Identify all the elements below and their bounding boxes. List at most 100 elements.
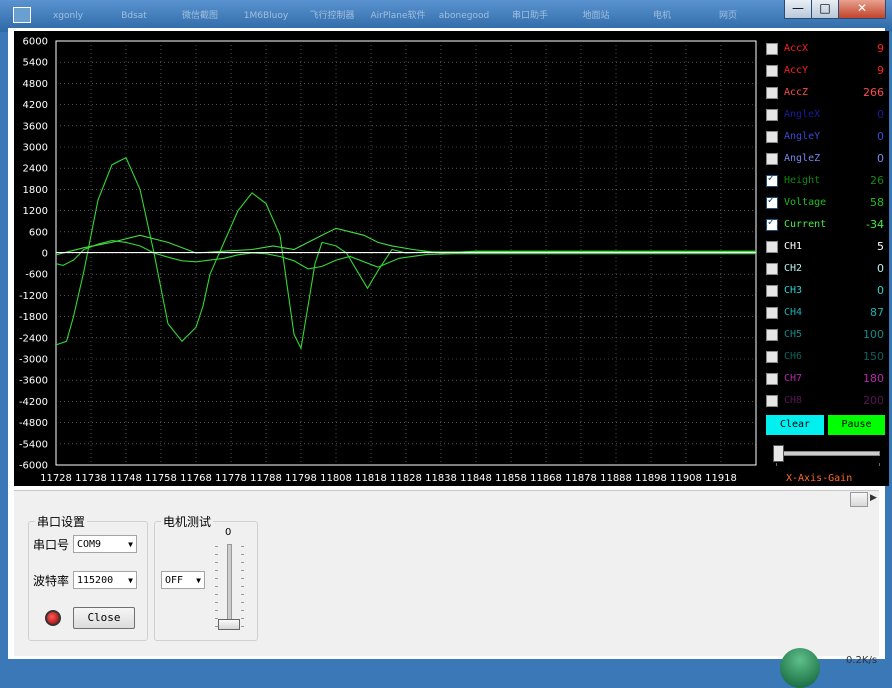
channel-value: 0	[877, 130, 884, 143]
channel-row-accy[interactable]: AccY 9	[766, 60, 884, 82]
motor-slider-track[interactable]	[227, 544, 232, 626]
channel-row-accx[interactable]: AccX 9	[766, 38, 884, 60]
channel-row-current[interactable]: Current -34	[766, 214, 884, 236]
channel-row-ch3[interactable]: CH3 0	[766, 280, 884, 302]
channel-name: AngleZ	[784, 153, 821, 164]
channel-checkbox[interactable]	[766, 285, 778, 297]
taskbar-item[interactable]: AirPlane软件	[370, 4, 426, 28]
y-tick-label: 600	[29, 227, 48, 238]
slider-tick	[241, 546, 244, 547]
system-tray: 0.2K/s	[776, 648, 892, 688]
motor-slider-value: 0	[225, 527, 232, 538]
network-icon	[780, 648, 820, 688]
close-port-button[interactable]: Close	[73, 607, 135, 629]
channel-name: Height	[784, 175, 821, 186]
channel-name: AccZ	[784, 87, 809, 98]
channel-row-ch6[interactable]: CH6 150	[766, 346, 884, 368]
x-tick-label: 11868	[530, 473, 562, 484]
channel-value: 100	[863, 328, 884, 341]
channel-row-voltage[interactable]: Voltage 58	[766, 192, 884, 214]
channel-row-height[interactable]: Height 26	[766, 170, 884, 192]
x-axis-gain-thumb[interactable]	[773, 445, 784, 462]
channel-value: 5	[877, 240, 884, 253]
channel-row-ch1[interactable]: CH1 5	[766, 236, 884, 258]
channel-row-anglez[interactable]: AngleZ 0	[766, 148, 884, 170]
channel-name: CH8	[784, 395, 803, 406]
channel-checkbox[interactable]	[766, 195, 778, 209]
y-tick-label: -4800	[19, 418, 48, 429]
channel-checkbox[interactable]	[766, 153, 778, 165]
channel-checkbox[interactable]	[766, 329, 778, 341]
x-tick-label: 11918	[705, 473, 737, 484]
channel-row-ch5[interactable]: CH5 100	[766, 324, 884, 346]
channel-value: 0	[877, 262, 884, 275]
slider-tick	[215, 586, 218, 587]
slider-tick	[241, 626, 244, 627]
slider-tick	[241, 602, 244, 603]
channel-name: CH7	[784, 373, 803, 384]
channel-checkbox[interactable]	[766, 373, 778, 385]
horizontal-scrollbar[interactable]: ▶	[14, 491, 879, 507]
motor-mode-select[interactable]: OFF ▼	[161, 571, 205, 589]
taskbar-item[interactable]: 网页	[700, 4, 756, 28]
slider-tick	[241, 594, 244, 595]
channel-name: AngleY	[784, 131, 821, 142]
y-tick-label: 2400	[23, 164, 48, 175]
taskbar-item[interactable]: 1M6Bluoy	[238, 4, 294, 28]
channel-row-ch7[interactable]: CH7 180	[766, 368, 884, 390]
taskbar-item[interactable]: 串口助手	[502, 4, 558, 28]
x-tick-label: 11858	[495, 473, 527, 484]
x-axis-gain-ticks	[776, 463, 880, 466]
minimize-button[interactable]: —	[784, 0, 812, 19]
taskbar-item[interactable]: 地面站	[568, 4, 624, 28]
channel-row-ch2[interactable]: CH2 0	[766, 258, 884, 280]
channel-checkbox[interactable]	[766, 65, 778, 77]
channel-row-ch4[interactable]: CH4 87	[766, 302, 884, 324]
taskbar-item[interactable]: abonegood	[436, 4, 492, 28]
channel-checkbox[interactable]	[766, 43, 778, 55]
scrollbar-thumb[interactable]	[850, 492, 868, 507]
channel-checkbox[interactable]	[766, 173, 778, 187]
y-tick-label: -5400	[19, 439, 48, 450]
channel-checkbox[interactable]	[766, 307, 778, 319]
slider-tick	[241, 570, 244, 571]
close-window-button[interactable]: ✕	[838, 0, 886, 19]
y-tick-label: 3600	[23, 121, 48, 132]
channel-row-angley[interactable]: AngleY 0	[766, 126, 884, 148]
y-tick-label: 0	[42, 249, 48, 260]
channel-checkbox[interactable]	[766, 351, 778, 363]
pause-button[interactable]: Pause	[828, 415, 885, 435]
channel-row-accz[interactable]: AccZ 266	[766, 82, 884, 104]
motor-test-group: 电机测试 0 OFF ▼	[154, 513, 258, 641]
taskbar-item[interactable]: 微信截图	[172, 4, 228, 28]
baud-select[interactable]: 115200 ▼	[73, 571, 137, 589]
scroll-right-icon[interactable]: ▶	[870, 493, 877, 503]
taskbar-item[interactable]: 电机	[634, 4, 690, 28]
y-tick-label: 5400	[23, 58, 48, 69]
channel-checkbox[interactable]	[766, 131, 778, 143]
taskbar-item[interactable]: 飞行控制器	[304, 4, 360, 28]
x-axis-gain-track[interactable]	[776, 451, 880, 456]
slider-tick	[215, 618, 218, 619]
channel-checkbox[interactable]	[766, 217, 778, 231]
chevron-down-icon: ▼	[196, 576, 201, 585]
motor-slider-thumb[interactable]	[218, 619, 240, 630]
channel-row-anglex[interactable]: AngleX 0	[766, 104, 884, 126]
port-select[interactable]: COM9 ▼	[73, 535, 137, 553]
channel-checkbox[interactable]	[766, 87, 778, 99]
channel-checkbox[interactable]	[766, 395, 778, 407]
y-tick-label: 1800	[23, 185, 48, 196]
maximize-button[interactable]: □	[811, 0, 839, 19]
channel-checkbox[interactable]	[766, 263, 778, 275]
slider-tick	[215, 546, 218, 547]
clear-button[interactable]: Clear	[766, 415, 824, 435]
port-value: COM9	[77, 539, 102, 550]
x-tick-label: 11778	[215, 473, 247, 484]
taskbar-item[interactable]: Bdsat	[106, 4, 162, 28]
slider-tick	[215, 554, 218, 555]
channel-checkbox[interactable]	[766, 241, 778, 253]
channel-row-ch8[interactable]: CH8 200	[766, 390, 884, 412]
slider-tick	[241, 618, 244, 619]
taskbar-item[interactable]: xgonly	[40, 4, 96, 28]
channel-checkbox[interactable]	[766, 109, 778, 121]
